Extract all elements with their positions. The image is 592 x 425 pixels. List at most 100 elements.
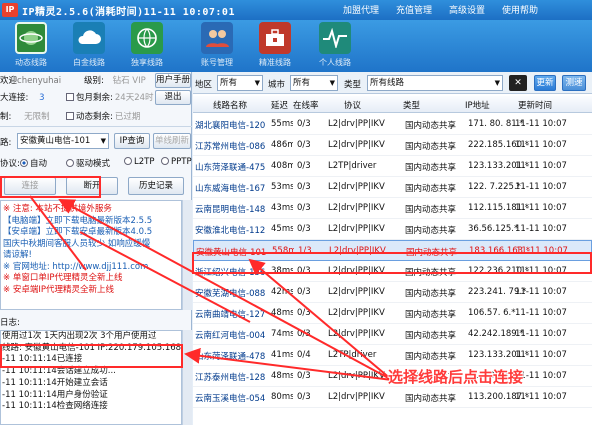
table-cell: 11-11 10:07	[515, 287, 567, 297]
radio-pptp[interactable]	[161, 157, 169, 165]
toolbar-exclusive-lines[interactable]: 独享线路	[124, 22, 170, 70]
mode-pptp[interactable]: PPTP	[161, 157, 192, 167]
level-row: 级别: 钻石 VIP	[84, 74, 146, 86]
radio-auto[interactable]	[20, 159, 28, 167]
table-cell: 0/4	[297, 350, 311, 360]
column-header[interactable]: 在线率	[293, 99, 319, 111]
table-row[interactable]: 山东菏泽联通-478 41ms 0/4 L2TP|driver 国内动态共享 123.13…	[193, 345, 592, 366]
planet-icon	[15, 22, 47, 54]
table-cell: 国内动态共享	[405, 289, 457, 299]
table-row[interactable]: 云南玉溪电信-054 80ms 0/3 L2|drv|PP|IKV 国内动态共享 113.…	[193, 387, 592, 408]
table-cell: 486ms	[271, 140, 293, 150]
table-cell: 48ms	[271, 308, 293, 318]
table-cell: 11-11 10:07	[515, 161, 567, 171]
notice-line[interactable]: 【电脑端】立即下载电脑最新版本2.5.5	[1, 216, 181, 228]
table-cell: 0/3	[297, 371, 311, 381]
max-connections-value: 3	[39, 93, 45, 103]
table-cell: 0/3	[297, 140, 311, 150]
table-cell: 湖北襄阳电信-120	[195, 121, 266, 131]
table-row[interactable]: 山东菏泽联通-475408ms0/3L2TP|driver国内动态共享123.1…	[193, 156, 592, 177]
divider	[0, 126, 192, 127]
toolbar-label: 独享线路	[131, 58, 163, 67]
notice-panel: ※ 注意: 本站不提供境外服务 【电脑端】立即下载电脑最新版本2.5.5 【安卓…	[0, 200, 182, 310]
mode-driver[interactable]: 驱动模式	[66, 157, 110, 169]
table-cell: L2|drv|PP|IKV	[328, 119, 385, 129]
radio-driver[interactable]	[66, 159, 74, 167]
menu-help[interactable]: 使用帮助	[502, 3, 538, 16]
mode-l2tp-label: L2TP	[134, 157, 155, 167]
column-header[interactable]: IP地址	[465, 99, 490, 111]
refresh-button[interactable]: 更新	[534, 75, 556, 91]
table-row[interactable]: 江苏常州电信-086486ms0/3L2|drv|PP|IKV国内动态共享222…	[193, 135, 592, 156]
monthly-checkbox[interactable]	[66, 93, 74, 101]
type-select-value: 所有线路	[370, 78, 405, 88]
radio-l2tp[interactable]	[124, 157, 132, 165]
column-header[interactable]: 类型	[403, 99, 420, 111]
mode-l2tp[interactable]: L2TP	[124, 157, 154, 167]
table-cell: 0/3	[297, 203, 311, 213]
table-row[interactable]: 云南红河电信-004 74ms 0/3 L2|drv|PP|IKV 国内动态共享 42.2…	[193, 324, 592, 345]
single-line-refresh-button[interactable]: 单线刷新	[153, 133, 191, 149]
table-cell: 11-11 10:07	[515, 203, 567, 213]
ip-query-button[interactable]: IP查询	[114, 133, 150, 149]
monthly-remaining-row: 包月剩余: 24天24时	[66, 91, 154, 103]
max-connections-row: 大连接: 3	[0, 91, 45, 103]
notice-line[interactable]: 【安卓端】立即下载安卓最新版本4.0.5	[1, 227, 181, 239]
column-header[interactable]: 协议	[344, 99, 361, 111]
column-header[interactable]: 线路名称	[213, 99, 247, 111]
city-select[interactable]: 所有 ▼	[290, 75, 338, 91]
table-row[interactable]: 云南曲靖电信-127 48ms 0/3 L2|drv|PP|IKV 国内动态共享 106.…	[193, 303, 592, 324]
user-manual-button[interactable]: 用户手册	[155, 73, 191, 88]
title-bar[interactable]: IP IP精灵2.5.6(消耗时间)11-11 10:07:01 加盟代理 充值…	[0, 0, 592, 20]
table-row[interactable]: 湖北襄阳电信-120 55ms 0/3 L2|drv|PP|IKV 国内动态共享 171.…	[193, 114, 592, 135]
column-header[interactable]: 延迟	[271, 99, 288, 111]
speed-test-button[interactable]: 测速	[562, 75, 586, 91]
max-connections-label: 大连接:	[0, 93, 29, 103]
route-select[interactable]: 安徽黄山电信-101 ▼	[17, 133, 109, 149]
toolbar-dynamic-lines[interactable]: 动态线路	[8, 22, 54, 70]
region-select[interactable]: 所有 ▼	[217, 75, 263, 91]
pulse-icon	[319, 22, 351, 54]
chevron-down-icon: ▼	[100, 137, 106, 145]
city-select-value: 所有	[293, 78, 311, 88]
dynamic-checkbox[interactable]	[66, 112, 74, 120]
menu-recharge[interactable]: 充值管理	[396, 3, 432, 16]
notice-line: 请谅解!	[3, 250, 32, 260]
table-cell: 国内动态共享	[405, 352, 457, 362]
dynamic-value: 已过期	[114, 112, 141, 122]
table-row[interactable]: 山东威海电信-167 53ms 0/3 L2|drv|PP|IKV 国内动态共享 122.…	[193, 177, 592, 198]
table-cell: 11-11 10:07	[515, 140, 567, 150]
table-cell: 山东菏泽联通-478	[195, 352, 266, 362]
toolbar-personal-lines[interactable]: 个人线路	[312, 22, 358, 70]
table-row[interactable]: 安徽淮北电信-112 45ms 0/3 L2|drv|PP|IKV 国内动态共享 36.5…	[193, 219, 592, 240]
notice-line[interactable]: ※ 官网地址: http://www.djj111.com	[1, 262, 181, 274]
notice-scrollbar[interactable]	[182, 200, 192, 310]
close-icon[interactable]: ✕	[509, 75, 527, 91]
table-header: 线路名称 延迟 在线率 协议 类型 IP地址 更新时间	[193, 96, 592, 113]
table-cell: 0/3	[297, 119, 311, 129]
dynamic-label: 动态剩余:	[76, 112, 113, 122]
logout-button[interactable]: 退出	[155, 90, 191, 105]
menu-agent[interactable]: 加盟代理	[343, 3, 379, 16]
welcome-prefix: 欢迎	[0, 76, 18, 86]
type-select[interactable]: 所有线路 ▼	[367, 75, 503, 91]
log-scrollbar[interactable]	[182, 330, 192, 425]
mode-driver-label: 驱动模式	[76, 159, 111, 169]
table-cell: 国内动态共享	[405, 184, 457, 194]
column-header[interactable]: 更新时间	[518, 99, 552, 111]
toolbox-icon	[259, 22, 291, 54]
toolbar-platinum-lines[interactable]: 白金线路	[66, 22, 112, 70]
table-cell: 安徽芜湖电信-088	[195, 289, 266, 299]
table-row[interactable]: 安徽芜湖电信-088 42ms 0/3 L2|drv|PP|IKV 国内动态共享 223.…	[193, 282, 592, 303]
history-button[interactable]: 历史记录	[128, 177, 184, 195]
toolbar-account-management[interactable]: 账号管理	[194, 22, 240, 70]
table-cell: 55ms	[271, 119, 293, 129]
table-cell: 国内动态共享	[405, 226, 457, 236]
table-cell: 41ms	[271, 350, 293, 360]
mode-auto[interactable]: 自动	[20, 157, 47, 169]
cloud-icon	[73, 22, 105, 54]
table-row[interactable]: 云南昆明电信-148 43ms 0/3 L2|drv|PP|IKV 国内动态共享 112.…	[193, 198, 592, 219]
toolbar-precise-lines[interactable]: 精准线路	[252, 22, 298, 70]
menu-advanced-settings[interactable]: 高级设置	[449, 3, 485, 16]
table-cell: 11-11 10:07	[515, 224, 567, 234]
